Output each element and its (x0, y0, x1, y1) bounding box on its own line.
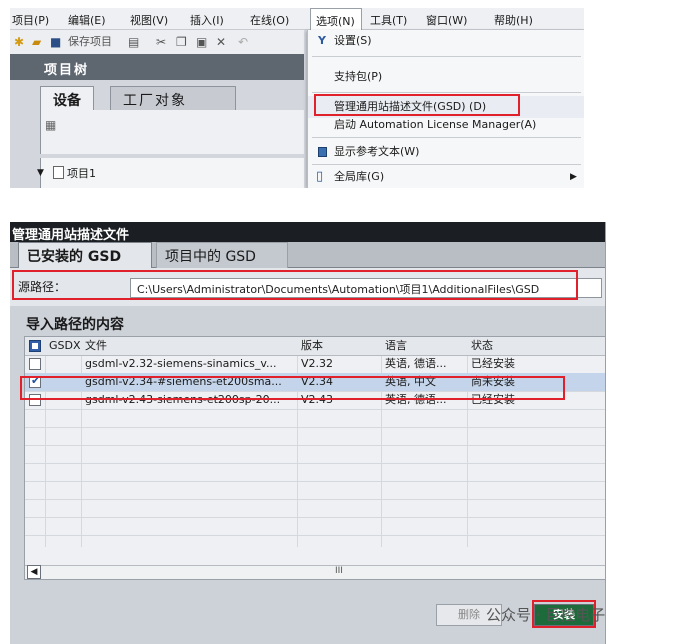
col-language: 语言 (385, 339, 407, 352)
save-project-button[interactable]: 保存项目 (68, 34, 112, 50)
menu-item-support-packages[interactable]: 支持包(P) (308, 66, 584, 88)
submenu-arrow-icon: ▶ (570, 172, 577, 182)
menu-divider (312, 164, 581, 165)
gsd-file-table: GSDX 文件 版本 语言 状态 gsdml-v2.32-siemens-sin… (24, 336, 605, 580)
options-dropdown-menu: Y 设置(S) 支持包(P) 管理通用站描述文件(GSD) (D) 启动 Aut… (307, 30, 584, 188)
project-tree-title: 项目树 (10, 54, 304, 80)
table-header: GSDX 文件 版本 语言 状态 (25, 337, 605, 356)
copy-icon[interactable]: ❐ (176, 34, 187, 50)
col-file: 文件 (85, 339, 107, 352)
device-grid-icon[interactable]: ▦ (45, 118, 56, 132)
import-path-title: 导入路径的内容 (26, 317, 124, 333)
col-gsdx: GSDX (49, 339, 81, 352)
tree-list: ▼ 项目1 (37, 158, 304, 188)
tab-installed-gsd[interactable]: 已安装的 GSD (18, 242, 152, 268)
source-path-label: 源路径： (18, 280, 67, 294)
table-row[interactable]: gsdml-v2.32-siemens-sinamics_v... V2.32 … (25, 355, 605, 374)
menu-item-global-libraries[interactable]: ▯ 全局库(G) ▶ (308, 166, 584, 188)
menu-help[interactable]: 帮助(H) (494, 12, 533, 28)
tree-item-project1[interactable]: 项目1 (67, 165, 96, 181)
menu-item-show-reference-text[interactable]: 显示参考文本(W) (308, 141, 584, 163)
row-checkbox[interactable] (29, 358, 41, 370)
paste-icon[interactable]: ▣ (196, 34, 207, 50)
expand-arrow-icon[interactable]: ▼ (37, 168, 44, 178)
project-tree-panel: 设备 工厂对象 ▦ ▼ 项目1 (10, 80, 304, 188)
menu-divider (312, 56, 581, 57)
new-project-icon[interactable]: ✱ (14, 34, 24, 50)
select-all-checkbox[interactable] (29, 340, 41, 352)
dialog-title: 管理通用站描述文件 (10, 222, 605, 243)
cut-icon[interactable]: ✂ (156, 34, 166, 50)
print-icon[interactable]: ▤ (128, 34, 139, 50)
source-path-field[interactable]: C:\Users\Administrator\Documents\Automat… (130, 278, 602, 298)
reference-text-icon (318, 147, 327, 157)
menu-insert[interactable]: 插入(I) (190, 12, 224, 28)
tab-project-gsd[interactable]: 项目中的 GSD (156, 242, 288, 268)
menu-options[interactable]: 选项(N) (310, 8, 362, 30)
menu-window[interactable]: 窗口(W) (426, 12, 467, 28)
col-status: 状态 (471, 339, 493, 352)
library-book-icon: ▯ (316, 169, 324, 184)
scroll-left-icon[interactable]: ◀ (27, 565, 41, 579)
save-icon[interactable]: ■ (50, 34, 61, 50)
horizontal-scrollbar[interactable]: ◀ III (25, 565, 605, 579)
menu-view[interactable]: 视图(V) (130, 12, 168, 28)
menu-project[interactable]: 项目(P) (12, 12, 49, 28)
menu-item-settings[interactable]: Y 设置(S) (308, 30, 584, 52)
menu-divider (312, 137, 581, 138)
menu-online[interactable]: 在线(O) (250, 12, 289, 28)
row-checkbox[interactable] (29, 394, 41, 406)
toolbar: ✱ ▰ ■ 保存项目 ▤ ✂ ❐ ▣ ✕ ↶ (10, 30, 304, 54)
menu-tools[interactable]: 工具(T) (370, 12, 407, 28)
tia-portal-window: 项目(P) 编辑(E) 视图(V) 插入(I) 在线(O) 选项(N) 工具(T… (10, 8, 584, 188)
project-file-icon (53, 166, 64, 179)
menu-item-license-manager[interactable]: 启动 Automation License Manager(A) (308, 114, 584, 136)
settings-icon: Y (318, 34, 326, 47)
menu-divider (312, 92, 581, 93)
open-project-icon[interactable]: ▰ (32, 34, 41, 50)
tree-toolbar-area: ▦ (40, 110, 304, 154)
menu-bar: 项目(P) 编辑(E) 视图(V) 插入(I) 在线(O) 选项(N) 工具(T… (10, 8, 584, 30)
row-checkbox-checked[interactable]: ✔ (29, 374, 41, 388)
table-row[interactable]: gsdml-v2.43-siemens-et200sp-20... V2.43 … (25, 391, 605, 410)
delete-icon[interactable]: ✕ (216, 34, 226, 50)
dialog-tabstrip: 已安装的 GSD 项目中的 GSD (10, 242, 605, 268)
menu-edit[interactable]: 编辑(E) (68, 12, 106, 28)
table-row-selected[interactable]: ✔ gsdml-v2.34-#siemens-et200sma... V2.34… (25, 373, 605, 392)
col-version: 版本 (301, 339, 323, 352)
manage-gsd-dialog: 管理通用站描述文件 已安装的 GSD 项目中的 GSD 源路径： C:\User… (10, 222, 606, 644)
scroll-thumb-grip[interactable]: III (335, 566, 343, 576)
source-path-row: 源路径： C:\Users\Administrator\Documents\Au… (10, 268, 605, 306)
undo-icon[interactable]: ↶ (238, 34, 248, 50)
watermark-text: 公众号 · 巨控电子 (486, 606, 606, 624)
